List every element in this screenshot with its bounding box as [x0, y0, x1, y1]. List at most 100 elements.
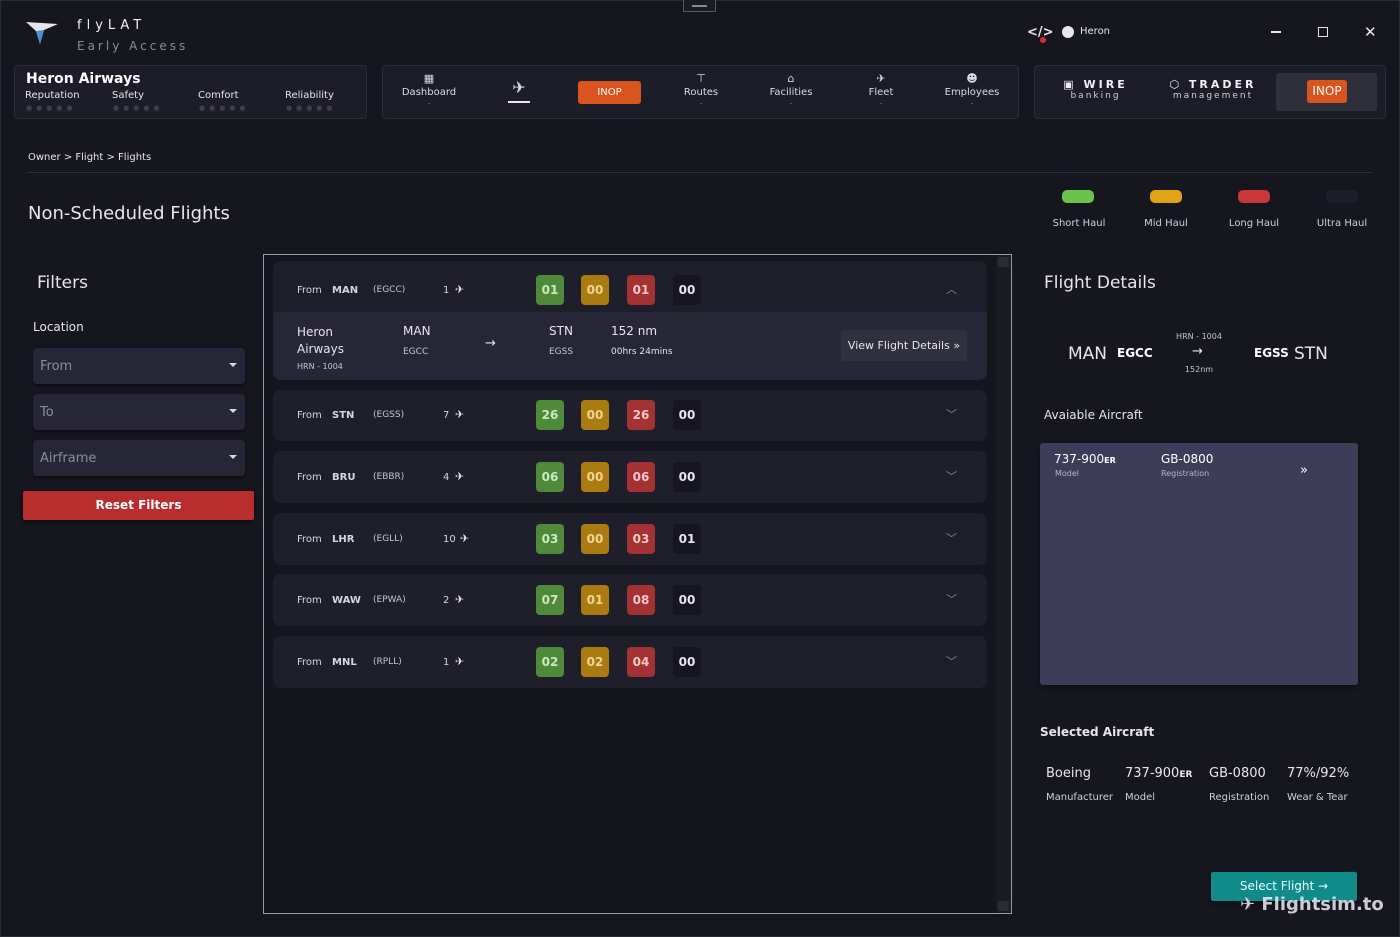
nav-routes[interactable]: ⊤ Routes . — [680, 72, 722, 106]
legend-chip-short-haul — [1062, 190, 1094, 203]
flight-row[interactable]: From LHR (EGLL) 10 ✈ 03 00 03 01 ﹀ — [273, 513, 987, 565]
to-select[interactable]: To — [33, 394, 245, 430]
chevron-down-icon[interactable]: ﹀ — [946, 406, 957, 422]
double-chevron-right-icon: » — [949, 339, 961, 352]
user-name[interactable]: Heron — [1080, 26, 1110, 37]
short-haul-count: 03 — [536, 524, 564, 554]
selected-wear-label: Wear & Tear — [1287, 792, 1348, 803]
short-haul-count: 01 — [536, 275, 564, 305]
from-label: From — [297, 534, 322, 545]
close-icon[interactable]: ✕ — [1364, 23, 1377, 41]
mid-haul-count: 02 — [581, 647, 609, 677]
arrow-right-icon: → — [1314, 879, 1329, 893]
minimize-icon[interactable] — [1271, 31, 1281, 33]
reliability-rating: ●●●●● — [286, 104, 337, 112]
nav-facilities[interactable]: ⌂ Facilities . — [766, 72, 816, 106]
selected-manufacturer-label: Manufacturer — [1046, 792, 1113, 803]
selected-registration-label: Registration — [1209, 792, 1270, 803]
plane-icon: ✈ — [455, 593, 465, 606]
nav-employees[interactable]: ☻ Employees . — [944, 72, 1000, 106]
nav-flights-active[interactable]: ✈ — [505, 78, 533, 99]
trader-title: TRADER — [1188, 78, 1257, 91]
breadcrumb: Owner > Flight > Flights — [28, 152, 152, 163]
wire-title: WIRE — [1083, 78, 1128, 91]
from-select[interactable]: From — [33, 348, 245, 384]
chevron-down-icon[interactable]: ﹀ — [946, 653, 957, 669]
third-app-inop-badge[interactable]: INOP — [1307, 80, 1347, 103]
details-distance: 152nm — [1184, 365, 1214, 374]
aircraft-card[interactable]: 737-900ER Model GB-0800 Registration » — [1040, 443, 1358, 685]
filters-title: Filters — [37, 273, 88, 293]
list-scrollbar[interactable] — [996, 255, 1011, 913]
maximize-icon[interactable] — [1318, 27, 1328, 37]
flight-row[interactable]: From BRU (EBBR) 4 ✈ 06 00 06 00 ﹀ — [273, 451, 987, 503]
nav-fleet[interactable]: ✈ Fleet . — [862, 72, 900, 106]
mid-haul-count: 00 — [581, 275, 609, 305]
details-origin-icao: EGCC — [1117, 346, 1153, 360]
selected-model-suffix: ER — [1179, 770, 1193, 780]
long-haul-count: 26 — [627, 400, 655, 430]
expanded-airline-line2: Airways — [297, 342, 344, 356]
ultra-haul-count: 01 — [673, 524, 701, 554]
legend-chip-ultra-haul — [1326, 190, 1358, 203]
short-haul-count: 26 — [536, 400, 564, 430]
from-label: From — [297, 285, 322, 296]
airframe-select[interactable]: Airframe — [33, 440, 245, 476]
details-destination: STN — [1294, 344, 1328, 364]
chevron-down-icon[interactable]: ﹀ — [946, 530, 957, 546]
wire-icon: ▣ — [1063, 78, 1084, 91]
stat-comfort: Comfort — [198, 90, 239, 101]
caret-down-icon — [229, 363, 237, 367]
wire-subtitle: banking — [1070, 91, 1121, 101]
chevron-up-icon[interactable]: ︿ — [946, 281, 957, 297]
origin-code: MAN — [332, 285, 359, 296]
window-drag-handle[interactable] — [683, 0, 716, 12]
select-flight-label: Select Flight — [1239, 879, 1315, 893]
mid-haul-count: 00 — [581, 524, 609, 554]
aircraft-registration: GB-0800 — [1161, 452, 1214, 466]
wire-banking-link[interactable]: ▣ WIRE banking — [1058, 78, 1133, 101]
details-flight-number: HRN - 1004 — [1176, 332, 1222, 341]
trader-management-link[interactable]: ⬡ TRADER management — [1168, 78, 1258, 101]
dashboard-icon: ▦ — [423, 72, 435, 85]
details-origin: MAN — [1068, 344, 1108, 364]
flight-count: 7 — [443, 410, 450, 421]
flight-row[interactable]: From WAW (EPWA) 2 ✈ 07 01 08 00 ﹀ — [273, 574, 987, 626]
scroll-up-icon[interactable] — [998, 257, 1009, 267]
chevron-down-icon[interactable]: ﹀ — [946, 468, 957, 484]
nav-dashboard[interactable]: ▦ Dashboard . — [400, 72, 458, 106]
flight-row[interactable]: From MNL (RPLL) 1 ✈ 02 02 04 00 ﹀ — [273, 636, 987, 688]
origin-code: LHR — [332, 534, 355, 545]
reset-filters-button[interactable]: Reset Filters — [23, 491, 254, 520]
ultra-haul-count: 00 — [673, 647, 701, 677]
watermark-text: Flightsim.to — [1261, 894, 1384, 915]
short-haul-count: 06 — [536, 462, 564, 492]
flight-count: 2 — [443, 595, 450, 606]
expanded-distance: 152 nm — [611, 324, 658, 338]
expanded-airline-line1: Heron — [297, 325, 334, 339]
plane-icon: ✈ — [455, 470, 465, 483]
view-flight-details-button[interactable]: View Flight Details » — [841, 330, 967, 361]
legend-chip-long-haul — [1238, 190, 1270, 203]
nav-inop-button[interactable]: INOP — [578, 81, 641, 104]
plane-icon: ✈ — [455, 408, 465, 421]
origin-icao: (EGSS) — [373, 410, 405, 420]
plane-icon: ✈ — [460, 532, 470, 545]
chevron-down-icon[interactable]: ﹀ — [946, 591, 957, 607]
origin-code: STN — [332, 410, 355, 421]
mid-haul-count: 01 — [581, 585, 609, 615]
from-label: From — [297, 410, 322, 421]
legend-short-haul: Short Haul — [1052, 218, 1106, 229]
double-chevron-right-icon[interactable]: » — [1300, 463, 1308, 478]
selected-model: 737-900 — [1125, 766, 1180, 781]
flylat-logo-icon — [26, 22, 58, 44]
expanded-destination: STN — [549, 324, 573, 338]
user-avatar-icon[interactable] — [1062, 26, 1074, 38]
flight-row[interactable]: From STN (EGSS) 7 ✈ 26 00 26 00 ﹀ — [273, 390, 987, 441]
available-aircraft-label: Avaiable Aircraft — [1044, 408, 1143, 422]
scroll-down-icon[interactable] — [998, 901, 1009, 911]
flight-count: 1 — [443, 285, 450, 296]
origin-icao: (EGLL) — [373, 534, 403, 544]
legend-mid-haul: Mid Haul — [1144, 218, 1188, 229]
signpost-icon: ⊤ — [696, 72, 706, 85]
